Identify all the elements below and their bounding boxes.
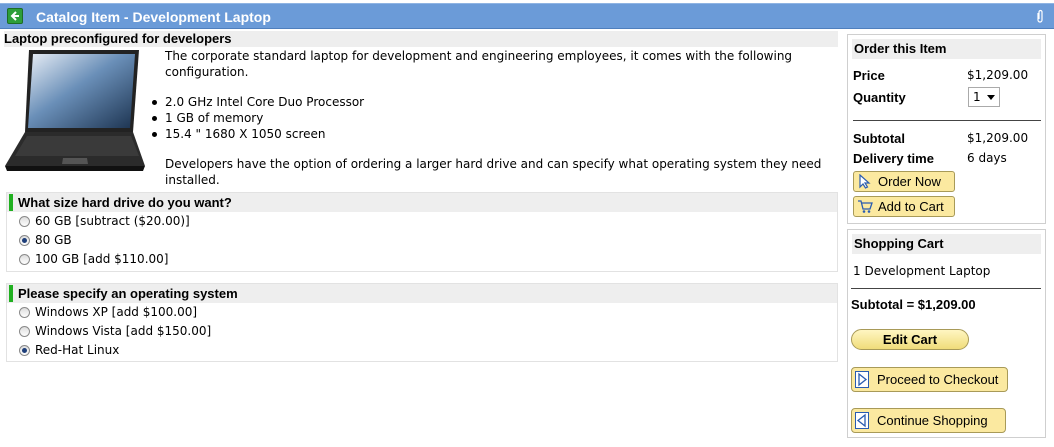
edit-cart-button[interactable]: Edit Cart	[851, 329, 969, 350]
cart-item: 1 Development Laptop	[853, 264, 991, 278]
title-bar: Catalog Item - Development Laptop	[0, 3, 1054, 29]
window-title: Catalog Item - Development Laptop	[36, 9, 271, 25]
item-description: The corporate standard laptop for develo…	[152, 48, 840, 188]
radio-button[interactable]	[19, 345, 30, 356]
spec-item: 15.4 " 1680 X 1050 screen	[152, 126, 840, 142]
subtotal-value: $1,209.00	[967, 131, 1029, 145]
quantity-label: Quantity	[853, 90, 906, 105]
quantity-select[interactable]: 1	[968, 87, 1000, 107]
radio-option[interactable]: 60 GB [subtract ($20.00)]	[7, 212, 837, 231]
cursor-icon	[857, 173, 872, 194]
spec-list: 2.0 GHz Intel Core Duo Processor 1 GB of…	[152, 94, 840, 142]
option-label: 60 GB [subtract ($20.00)]	[35, 214, 190, 228]
radio-option[interactable]: Windows XP [add $100.00]	[7, 303, 837, 322]
quantity-value: 1	[973, 90, 981, 104]
laptop-image	[3, 48, 147, 172]
back-arrow-icon[interactable]	[7, 8, 23, 24]
delivery-value: 6 days	[967, 151, 1007, 165]
arrow-left-icon	[855, 412, 869, 436]
add-to-cart-button[interactable]: Add to Cart	[853, 196, 955, 217]
chevron-down-icon	[987, 95, 995, 100]
divider	[853, 120, 1041, 121]
order-heading: Order this Item	[852, 39, 1041, 59]
paperclip-icon[interactable]	[1036, 9, 1044, 26]
item-heading-text: Laptop preconfigured for developers	[4, 31, 232, 46]
price-value: $1,209.00	[967, 68, 1029, 82]
question-label: Please specify an operating system	[7, 284, 837, 303]
add-to-cart-label: Add to Cart	[878, 199, 944, 214]
question-label: What size hard drive do you want?	[7, 193, 837, 212]
option-label: 100 GB [add $110.00]	[35, 252, 169, 266]
radio-button[interactable]	[19, 235, 30, 246]
radio-option[interactable]: Windows Vista [add $150.00]	[7, 322, 837, 341]
order-now-label: Order Now	[878, 174, 941, 189]
option-label: Windows XP [add $100.00]	[35, 305, 198, 319]
arrow-right-icon	[855, 371, 869, 395]
subtotal-label: Subtotal	[853, 131, 905, 146]
option-label: Windows Vista [add $150.00]	[35, 324, 212, 338]
proceed-to-checkout-button[interactable]: Proceed to Checkout	[851, 367, 1008, 392]
order-now-button[interactable]: Order Now	[853, 171, 955, 192]
item-heading: Laptop preconfigured for developers	[4, 31, 838, 47]
checkout-label: Proceed to Checkout	[877, 372, 999, 387]
divider	[851, 288, 1041, 289]
edit-cart-label: Edit Cart	[882, 332, 938, 347]
operating-system-question: Please specify an operating system Windo…	[6, 283, 838, 362]
radio-option[interactable]: Red-Hat Linux	[7, 341, 837, 360]
spec-item: 1 GB of memory	[152, 110, 840, 126]
radio-button[interactable]	[19, 216, 30, 227]
hard-drive-question: What size hard drive do you want? 60 GB …	[6, 192, 838, 272]
cart-icon	[857, 199, 873, 219]
option-label: 80 GB	[35, 233, 72, 247]
cart-subtotal: Subtotal = $1,209.00	[851, 297, 976, 312]
price-label: Price	[853, 68, 885, 83]
cart-heading: Shopping Cart	[852, 234, 1041, 254]
item-note: Developers have the option of ordering a…	[165, 157, 822, 187]
radio-button[interactable]	[19, 254, 30, 265]
item-intro: The corporate standard laptop for develo…	[165, 49, 793, 79]
radio-button[interactable]	[19, 326, 30, 337]
continue-label: Continue Shopping	[877, 413, 988, 428]
radio-option[interactable]: 100 GB [add $110.00]	[7, 250, 837, 269]
radio-button[interactable]	[19, 307, 30, 318]
shopping-cart-panel: Shopping Cart 1 Development Laptop Subto…	[847, 229, 1046, 438]
delivery-label: Delivery time	[853, 151, 934, 166]
order-panel: Order this Item Price $1,209.00 Quantity…	[847, 34, 1046, 224]
spec-item: 2.0 GHz Intel Core Duo Processor	[152, 94, 840, 110]
continue-shopping-button[interactable]: Continue Shopping	[851, 408, 1006, 433]
option-label: Red-Hat Linux	[35, 343, 120, 357]
radio-option[interactable]: 80 GB	[7, 231, 837, 250]
